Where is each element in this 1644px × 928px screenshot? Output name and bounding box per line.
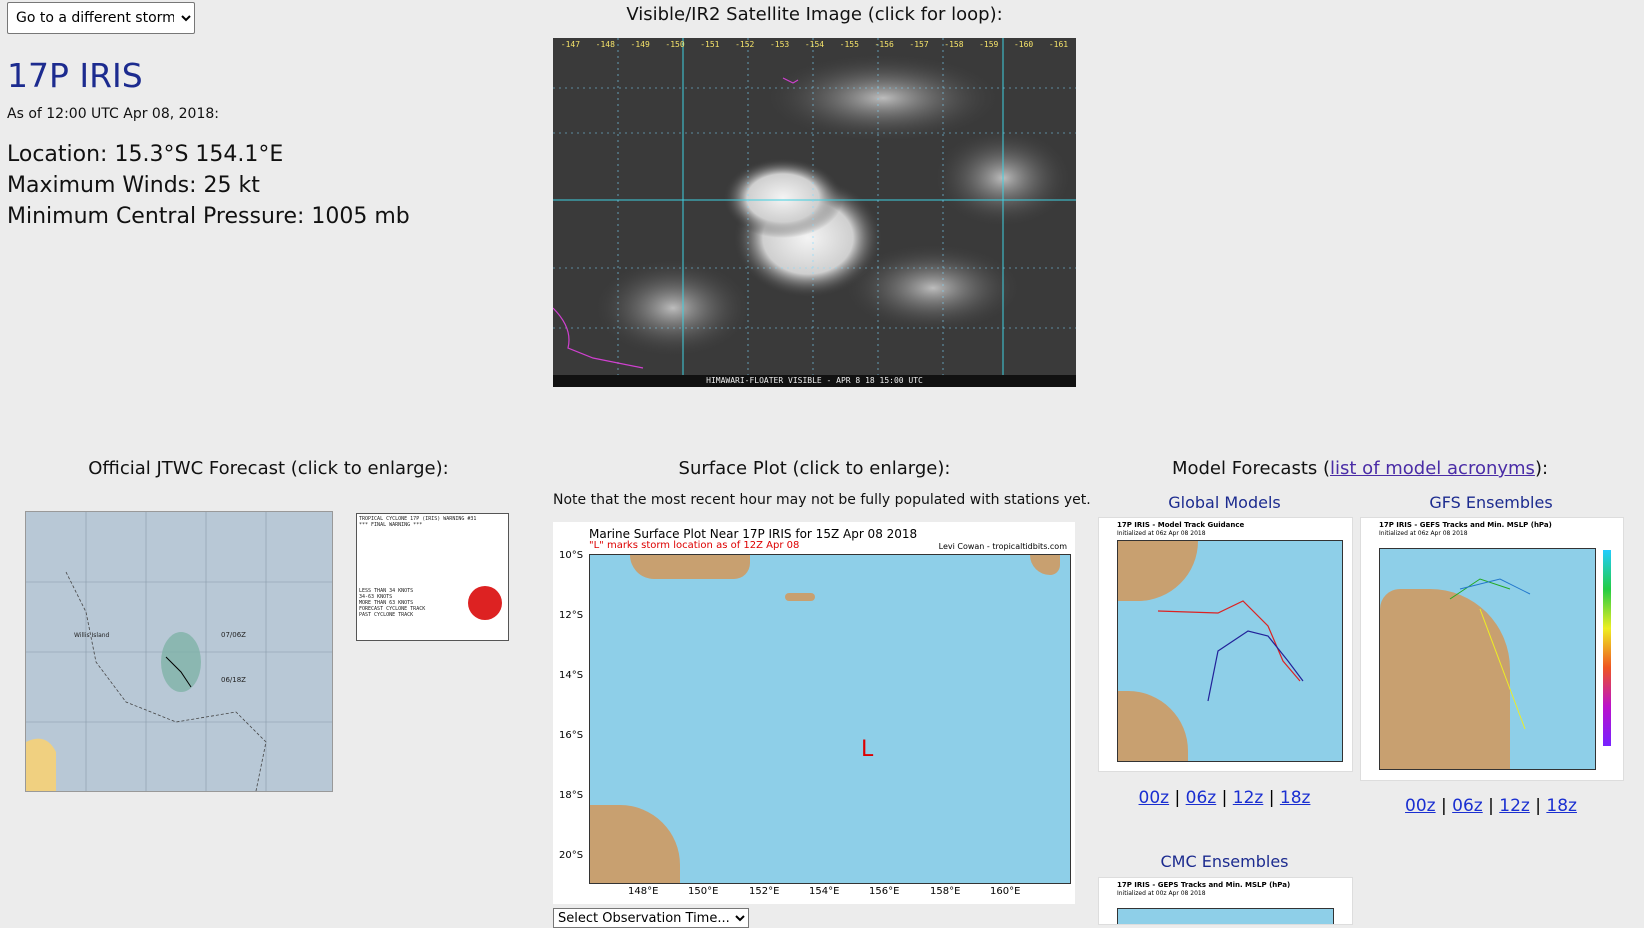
- models-heading: Model Forecasts (list of model acronyms)…: [1098, 458, 1622, 479]
- satellite-lon-tick: -150: [665, 40, 685, 49]
- jtwc-forecast-map[interactable]: Willis Island 07/06Z 06/18Z: [25, 511, 333, 792]
- global-models-map: [1117, 540, 1343, 762]
- satellite-lon-tick: -148: [595, 40, 615, 49]
- surface-plot-title: Marine Surface Plot Near 17P IRIS for 15…: [589, 527, 918, 541]
- models-heading-suffix: ):: [1534, 458, 1549, 479]
- surface-plot-map: L: [589, 554, 1071, 884]
- satellite-lon-tick: -152: [735, 40, 755, 49]
- surface-lon-label: 150°E: [688, 886, 719, 897]
- jtwc-label-0706z: 07/06Z: [221, 631, 246, 639]
- satellite-heading: Visible/IR2 Satellite Image (click for l…: [626, 4, 1003, 25]
- gfs-run-18z-link[interactable]: 18z: [1546, 796, 1577, 816]
- satellite-lon-tick: -161: [1048, 40, 1069, 49]
- satellite-lon-tick: -156: [874, 40, 894, 49]
- cmc-ensembles-subtitle: Initialized at 00z Apr 08 2018: [1117, 890, 1206, 897]
- global-run-06z-link[interactable]: 06z: [1186, 788, 1217, 808]
- satellite-lon-ticks: -147 -148 -149 -150 -151 -152 -153 -154 -155 -156…: [553, 40, 1076, 49]
- gfs-run-12z-link[interactable]: 12z: [1499, 796, 1530, 816]
- surface-lon-label: 154°E: [809, 886, 840, 897]
- jtwc-label-0618z: 06/18Z: [221, 676, 246, 684]
- global-models-runs: 00z | 06z | 12z | 18z: [1098, 788, 1351, 808]
- gfs-ensembles-image[interactable]: 17P IRIS - GEFS Tracks and Min. MSLP (hP…: [1360, 517, 1624, 781]
- surface-plot-image[interactable]: Marine Surface Plot Near 17P IRIS for 15…: [553, 522, 1075, 904]
- jtwc-label-willis: Willis Island: [74, 632, 110, 639]
- gfs-run-06z-link[interactable]: 06z: [1452, 796, 1483, 816]
- satellite-lon-tick: -160: [1013, 40, 1034, 49]
- satellite-lon-tick: -155: [839, 40, 859, 49]
- surface-lat-label: 12°S: [559, 610, 584, 621]
- satellite-lon-tick: -149: [630, 40, 650, 49]
- surface-lat-label: 16°S: [559, 730, 584, 741]
- gfs-run-00z-link[interactable]: 00z: [1405, 796, 1436, 816]
- surface-lon-label: 156°E: [869, 886, 900, 897]
- surface-plot-subtitle: "L" marks storm location as of 12Z Apr 0…: [589, 540, 800, 551]
- surface-note: Note that the most recent hour may not b…: [553, 492, 1091, 508]
- global-models-label: Global Models: [1168, 493, 1281, 512]
- observation-time-select[interactable]: Select Observation Time...: [553, 908, 749, 928]
- satellite-lon-tick: -157: [909, 40, 929, 49]
- model-acronyms-link[interactable]: list of model acronyms: [1330, 458, 1535, 479]
- surface-lat-label: 20°S: [559, 850, 584, 861]
- cmc-ensembles-label: CMC Ensembles: [1160, 852, 1289, 871]
- gfs-ensembles-title: 17P IRIS - GEFS Tracks and Min. MSLP (hP…: [1379, 521, 1552, 529]
- run-separator: |: [1488, 796, 1494, 816]
- global-run-00z-link[interactable]: 00z: [1139, 788, 1170, 808]
- storm-location: Location: 15.3°S 154.1°E: [7, 142, 284, 167]
- cmc-ensembles-title: 17P IRIS - GEPS Tracks and Min. MSLP (hP…: [1117, 881, 1291, 889]
- gfs-ensembles-label: GFS Ensembles: [1429, 493, 1553, 512]
- cmc-ensembles-image[interactable]: 17P IRIS - GEPS Tracks and Min. MSLP (hP…: [1098, 877, 1353, 925]
- surface-heading: Surface Plot (click to enlarge):: [678, 458, 951, 479]
- global-models-subtitle: Initialized at 06z Apr 08 2018: [1117, 530, 1206, 537]
- jtwc-logo-icon: [468, 586, 502, 620]
- surface-lon-label: 158°E: [930, 886, 961, 897]
- gfs-ensembles-runs: 00z | 06z | 12z | 18z: [1360, 796, 1622, 816]
- run-separator: |: [1268, 788, 1275, 808]
- satellite-lon-tick: -151: [700, 40, 720, 49]
- run-separator: |: [1535, 796, 1541, 816]
- satellite-lon-tick: -159: [979, 40, 999, 49]
- jtwc-heading: Official JTWC Forecast (click to enlarge…: [88, 458, 449, 479]
- gfs-mslp-colorbar: [1603, 550, 1611, 746]
- gfs-ensembles-subtitle: Initialized at 06z Apr 08 2018: [1379, 530, 1468, 537]
- run-separator: |: [1441, 796, 1447, 816]
- run-separator: |: [1174, 788, 1181, 808]
- satellite-image[interactable]: -147 -148 -149 -150 -151 -152 -153 -154 -155 -156…: [553, 38, 1076, 387]
- satellite-imagery: [553, 38, 1076, 375]
- satellite-banner: HIMAWARI-FLOATER VISIBLE - APR 8 18 15:0…: [553, 375, 1076, 387]
- surface-lon-label: 148°E: [628, 886, 659, 897]
- global-models-tracks: [1157, 600, 1304, 702]
- storm-max-winds: Maximum Winds: 25 kt: [7, 173, 260, 198]
- global-models-title: 17P IRIS - Model Track Guidance: [1117, 521, 1245, 529]
- global-models-image[interactable]: 17P IRIS - Model Track Guidance Initiali…: [1098, 517, 1353, 772]
- surface-lat-label: 10°S: [559, 550, 584, 561]
- jtwc-legend: TROPICAL CYCLONE 17P (IRIS) WARNING #31 …: [356, 513, 509, 641]
- surface-lat-label: 18°S: [559, 790, 584, 801]
- storm-title: 17P IRIS: [7, 56, 143, 95]
- global-run-12z-link[interactable]: 12z: [1233, 788, 1264, 808]
- models-heading-prefix: Model Forecasts (: [1171, 458, 1331, 479]
- cmc-ensembles-map: [1117, 908, 1334, 924]
- satellite-lon-tick: -154: [804, 40, 825, 49]
- run-separator: |: [1221, 788, 1228, 808]
- surface-lat-label: 14°S: [559, 670, 584, 681]
- surface-plot-credit: Levi Cowan - tropicaltidbits.com: [938, 542, 1067, 551]
- as-of-time: As of 12:00 UTC Apr 08, 2018:: [7, 106, 219, 122]
- satellite-lon-tick: -158: [944, 40, 964, 49]
- storm-select[interactable]: Go to a different storm...: [7, 2, 195, 34]
- satellite-lon-tick: -153: [769, 40, 790, 49]
- satellite-lon-tick: -147: [560, 40, 581, 49]
- surface-lon-label: 160°E: [990, 886, 1021, 897]
- storm-min-pressure: Minimum Central Pressure: 1005 mb: [7, 204, 410, 229]
- jtwc-track-plot: Willis Island 07/06Z 06/18Z: [26, 512, 332, 791]
- storm-location-marker: L: [861, 737, 874, 762]
- gfs-ensembles-map: [1379, 548, 1596, 770]
- global-run-18z-link[interactable]: 18z: [1280, 788, 1311, 808]
- surface-lon-label: 152°E: [749, 886, 780, 897]
- gfs-ensembles-tracks: [1449, 578, 1531, 730]
